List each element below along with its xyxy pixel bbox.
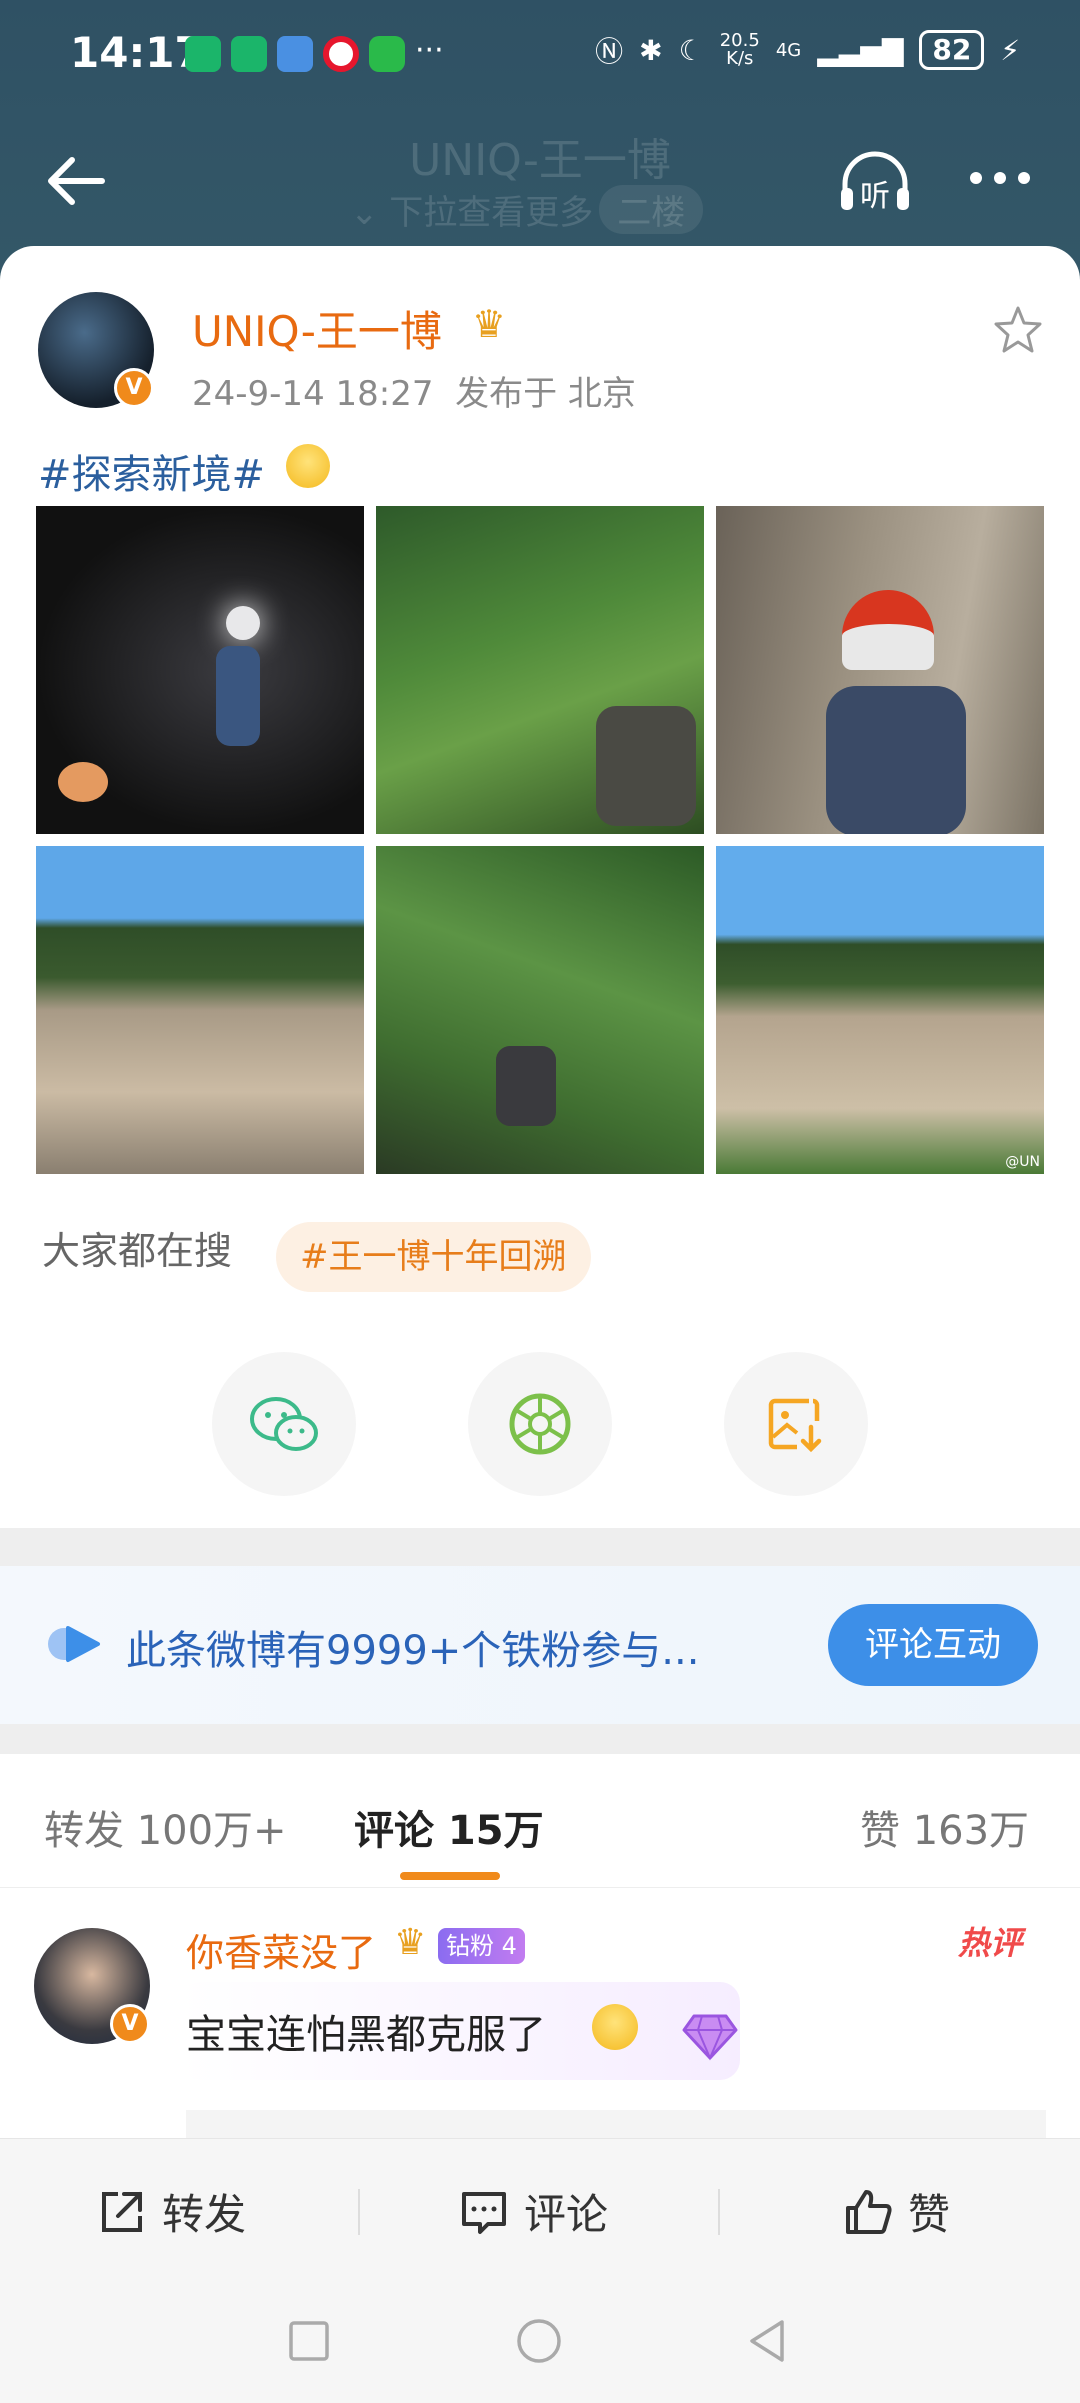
verified-badge: V <box>114 368 154 408</box>
interaction-tabs: 转发 100万+ 评论 15万 赞 163万 <box>0 1754 1080 1888</box>
wechat-icon <box>250 1397 318 1451</box>
crown-badge-icon: ♛ <box>472 302 507 346</box>
status-right: Ⓝ ✱ ☾ 20.5 K/s 4G ▂▃▅▇ 82 ⚡ <box>595 30 1020 70</box>
listen-icon[interactable]: 听 <box>835 148 915 218</box>
thumbs-up-icon <box>846 2189 892 2234</box>
diamond-gem-icon <box>682 2014 738 2061</box>
verified-badge: V <box>110 2004 150 2044</box>
post-photo-5[interactable] <box>376 846 704 1174</box>
nfc-icon: Ⓝ <box>595 35 624 68</box>
post-location: 发布于 北京 <box>455 374 636 414</box>
surprised-emoji-icon <box>286 444 330 488</box>
post-username[interactable]: UNIQ-王一博 <box>192 298 442 359</box>
sports-app-icon <box>185 36 221 72</box>
repost-icon <box>102 2191 142 2232</box>
like-button[interactable]: 赞 <box>842 2181 950 2242</box>
post-time: 24-9-14 18:27 <box>192 374 434 414</box>
post-photo-3[interactable] <box>716 506 1044 834</box>
climber-figure <box>826 686 966 834</box>
back-icon[interactable] <box>746 2318 788 2364</box>
tab-repost[interactable]: 转发 100万+ <box>44 1798 287 1856</box>
divider <box>358 2189 360 2235</box>
comment-icon <box>462 2191 506 2234</box>
reply-preview <box>186 2110 1046 2140</box>
sports-app-icon <box>231 36 267 72</box>
fans-banner-text: 此条微博有9999+个铁粉参与... <box>126 1628 700 1674</box>
ghost-title: UNIQ-王一博 <box>409 135 671 186</box>
share-moments-button[interactable] <box>468 1352 612 1496</box>
post-photo-2[interactable] <box>376 506 704 834</box>
tab-likes[interactable]: 赞 163万 <box>860 1798 1029 1856</box>
save-image-icon <box>768 1398 822 1453</box>
charging-icon: ⚡ <box>1000 33 1020 67</box>
signal-label: 4G <box>775 39 802 61</box>
system-nav-bar <box>0 2278 1080 2403</box>
comment-interact-button[interactable]: 评论互动 <box>828 1604 1038 1686</box>
home-icon[interactable] <box>516 2318 562 2364</box>
tab-comments[interactable]: 评论 15万 <box>354 1798 544 1856</box>
repost-label: 转发 <box>162 2190 247 2239</box>
favorite-star-icon[interactable] <box>990 302 1046 358</box>
net-speed: 20.5 K/s <box>719 30 760 69</box>
headlamp <box>226 606 260 640</box>
climber-figure <box>496 1046 556 1126</box>
fans-banner[interactable]: 此条微博有9999+个铁粉参与... 评论互动 <box>0 1566 1080 1724</box>
status-bar: 14:17 ··· Ⓝ ✱ ☾ 20.5 K/s 4G ▂▃▅▇ 82 ⚡ <box>0 0 1080 110</box>
more-options-icon[interactable] <box>970 172 1030 184</box>
comment-label: 评论 <box>524 2190 609 2239</box>
pull-down-text: 下拉查看更多 <box>389 193 594 233</box>
helmet <box>58 762 108 802</box>
chevron-down-icon: ⌄ <box>350 193 390 233</box>
nav-bar: UNIQ-王一博 ⌄ 下拉查看更多 二楼 听 <box>0 110 1080 250</box>
section-divider <box>0 1724 1080 1754</box>
battery-indicator: 82 <box>919 30 985 70</box>
recent-apps-icon[interactable] <box>288 2320 330 2362</box>
game-app-icon <box>277 36 313 72</box>
caver-figure <box>216 646 260 746</box>
play-toggle-icon <box>48 1626 100 1662</box>
divider <box>718 2189 720 2235</box>
like-label: 赞 <box>908 2190 951 2239</box>
pleading-emoji-icon <box>592 2004 638 2050</box>
comment-item: V 你香菜没了 ♛ 钻粉 4 热评 宝宝连怕黑都克服了 <box>0 1888 1080 2140</box>
status-time: 14:17 <box>70 28 204 77</box>
active-tab-indicator <box>400 1872 500 1880</box>
section-divider <box>0 1528 1080 1566</box>
post-photo-1[interactable] <box>36 506 364 834</box>
crown-badge-icon: ♛ <box>394 1922 427 1963</box>
comment-text[interactable]: 宝宝连怕黑都克服了 <box>186 2002 546 2060</box>
pull-down-hint: ⌄ 下拉查看更多 二楼 <box>350 185 704 234</box>
post-photo-6[interactable]: @UN <box>716 846 1044 1174</box>
bluetooth-icon: ✱ <box>639 33 663 67</box>
hot-comment-label: 热评 <box>958 1924 1023 1962</box>
save-image-button[interactable] <box>724 1352 868 1496</box>
listen-label: 听 <box>860 179 890 214</box>
post-photo-4[interactable] <box>36 846 364 1174</box>
post-hashtag[interactable]: #探索新境# <box>38 442 265 500</box>
red-helmet <box>842 590 934 670</box>
share-wechat-button[interactable] <box>212 1352 356 1496</box>
more-notifications-icon: ··· <box>415 33 444 68</box>
notification-icons: ··· <box>185 36 444 72</box>
rock <box>596 706 696 826</box>
signal-icon: ▂▃▅▇ <box>817 33 904 67</box>
bottom-action-bar: 转发 评论 赞 <box>0 2138 1080 2278</box>
photo-watermark: @UN <box>1005 1154 1040 1170</box>
post-meta: 24-9-14 18:27 发布于 北京 <box>192 366 636 415</box>
second-floor-tag: 二楼 <box>599 185 704 234</box>
do-not-disturb-icon: ☾ <box>678 33 704 67</box>
repost-button[interactable]: 转发 <box>96 2181 246 2242</box>
weibo-app-icon <box>323 36 359 72</box>
trending-tag[interactable]: #王一博十年回溯 <box>276 1222 591 1292</box>
comment-button[interactable]: 评论 <box>458 2181 608 2242</box>
commenter-name[interactable]: 你香菜没了 <box>186 1922 376 1977</box>
moments-icon <box>509 1393 571 1455</box>
wechat-app-icon <box>369 36 405 72</box>
trending-label: 大家都在搜 <box>42 1229 233 1273</box>
fan-level-badge: 钻粉 4 <box>438 1928 525 1964</box>
